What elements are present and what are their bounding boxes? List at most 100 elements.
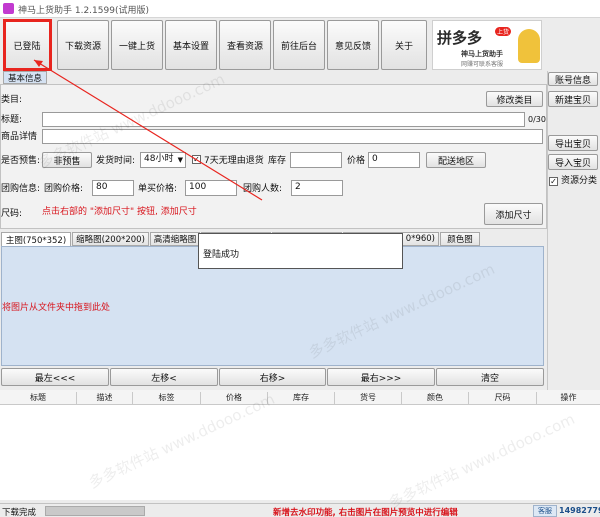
banner-tag: 上货 (495, 27, 512, 36)
group-price-input[interactable]: 80 (92, 180, 134, 196)
new-item-button[interactable]: 新建宝贝 (548, 91, 598, 107)
tab-hd-thumbnail[interactable]: 高清缩略图 (150, 232, 200, 246)
tab-color-image[interactable]: 颜色图 (440, 232, 480, 246)
view-resources-label: 查看资源 (226, 41, 263, 52)
title-counter: 0/30 (528, 115, 546, 124)
return-checkbox[interactable]: ✓ (192, 155, 201, 164)
detail-input[interactable] (42, 129, 543, 144)
one-click-upload-label: 一键上货 (118, 41, 155, 52)
tab-color-image-label: 颜色图 (447, 235, 473, 245)
col-description[interactable]: 描述 (77, 392, 133, 404)
tab-thumbnail-label: 缩略图(200*200) (76, 235, 145, 245)
title-label: 标题: (1, 115, 23, 125)
group-count-label: 团购人数: (243, 184, 283, 194)
col-stock[interactable]: 库存 (268, 392, 335, 404)
single-price-label: 单买价格: (138, 184, 178, 194)
price-value: 0 (372, 154, 378, 164)
status-text: 下载完成 (2, 508, 37, 517)
tab-hd-thumbnail-label: 高清缩略图 (153, 235, 197, 245)
price-input[interactable]: 0 (368, 152, 420, 168)
delivery-region-label: 配送地区 (437, 156, 474, 167)
title-input[interactable] (42, 112, 525, 127)
qq-button[interactable]: 客服QQ (533, 505, 557, 517)
single-price-value: 100 (189, 182, 207, 192)
app-icon (3, 3, 14, 14)
tab-basic-info-label: 基本信息 (7, 73, 42, 84)
about-button[interactable]: 关于 (381, 20, 427, 70)
col-size[interactable]: 尺码 (469, 392, 537, 404)
group-count-value: 2 (295, 182, 301, 192)
tab-main-image[interactable]: 主图(750*352) (1, 232, 71, 246)
tab-basic-info[interactable]: 基本信息 (3, 71, 47, 84)
export-items-label: 导出宝贝 (554, 139, 591, 150)
category-label: 类目: (1, 95, 23, 105)
promo-banner[interactable]: 拼多多 上货 神马上货助手 网赚可联系客服 (432, 20, 542, 70)
non-presale-button[interactable]: 非预售 (42, 152, 92, 168)
col-tag[interactable]: 标签 (133, 392, 201, 404)
banner-brand: 拼多多 (437, 29, 483, 47)
status-notice: 新增去水印功能, 右击图片在图片预览中进行编辑 (273, 508, 458, 517)
move-leftmost-button[interactable]: 最左<<< (1, 368, 109, 386)
delivery-region-button[interactable]: 配送地区 (426, 152, 486, 168)
account-info-button[interactable]: 账号信息 (548, 72, 598, 86)
clear-label: 清空 (480, 373, 499, 384)
group-price-value: 80 (96, 182, 108, 192)
progress-bar (45, 506, 145, 516)
download-resources-button[interactable]: 下载资源 (57, 20, 109, 70)
ship-time-select[interactable]: 48小时 ▼ (140, 152, 186, 168)
account-info-label: 账号信息 (554, 75, 591, 86)
clear-button[interactable]: 清空 (436, 368, 544, 386)
col-price[interactable]: 价格 (201, 392, 268, 404)
view-resources-button[interactable]: 查看资源 (219, 20, 271, 70)
col-sku[interactable]: 货号 (335, 392, 402, 404)
download-resources-label: 下载资源 (64, 41, 101, 52)
stock-label: 库存 (268, 156, 287, 166)
popup-message: 登陆成功 (203, 250, 240, 260)
about-label: 关于 (394, 41, 413, 52)
size-label: 尺码: (1, 209, 23, 219)
modify-category-button[interactable]: 修改类目 (486, 91, 543, 107)
ship-time-value: 48小时 (144, 154, 174, 164)
tab-main-image-label: 主图(750*352) (5, 235, 67, 246)
right-panel (547, 71, 600, 401)
import-items-button[interactable]: 导入宝贝 (548, 154, 598, 170)
feedback-button[interactable]: 意见反馈 (327, 20, 379, 70)
drop-hint: 将图片从文件夹中拖到此处 (2, 303, 111, 313)
new-item-label: 新建宝贝 (554, 95, 591, 106)
basic-settings-label: 基本设置 (172, 41, 209, 52)
single-price-input[interactable]: 100 (185, 180, 237, 196)
move-leftmost-label: 最左<<< (34, 373, 76, 384)
detail-label: 商品详情 (1, 132, 38, 142)
resource-category-label: 资源分类 (561, 176, 598, 186)
basic-settings-button[interactable]: 基本设置 (165, 20, 217, 70)
banner-sub: 神马上货助手 (461, 50, 503, 58)
qq-number: 149827790 (559, 506, 600, 515)
add-size-label: 添加尺寸 (495, 210, 532, 221)
import-items-label: 导入宝贝 (554, 158, 591, 169)
banner-note: 网赚可联系客服 (461, 61, 504, 68)
title-bar: 神马上货助手 1.2.1599(试用版) (0, 0, 600, 18)
move-rightmost-button[interactable]: 最右>>> (327, 368, 435, 386)
items-table (0, 390, 600, 500)
price-label: 价格 (347, 156, 366, 166)
status-bar: 下载完成 新增去水印功能, 右击图片在图片预览中进行编辑 客服QQ 149827… (0, 503, 600, 517)
move-right-button[interactable]: 右移> (219, 368, 326, 386)
col-color[interactable]: 颜色 (402, 392, 469, 404)
group-info-label: 团购信息: (1, 184, 41, 194)
feedback-label: 意见反馈 (334, 41, 371, 52)
col-title[interactable]: 标题 (0, 392, 77, 404)
export-items-button[interactable]: 导出宝贝 (548, 135, 598, 151)
col-action[interactable]: 操作 (537, 392, 600, 404)
tab-thumbnail[interactable]: 缩略图(200*200) (72, 232, 149, 246)
go-backend-button[interactable]: 前往后台 (273, 20, 325, 70)
one-click-upload-button[interactable]: 一键上货 (111, 20, 163, 70)
move-left-button[interactable]: 左移< (110, 368, 218, 386)
move-rightmost-label: 最右>>> (360, 373, 402, 384)
return-label: 7天无理由退货 (204, 156, 264, 166)
group-count-input[interactable]: 2 (291, 180, 343, 196)
add-size-button[interactable]: 添加尺寸 (484, 203, 543, 225)
highlight-box (3, 19, 52, 71)
window-title: 神马上货助手 1.2.1599(试用版) (18, 6, 149, 16)
stock-input[interactable] (290, 152, 342, 168)
resource-category-checkbox[interactable]: ✓ (549, 177, 558, 186)
